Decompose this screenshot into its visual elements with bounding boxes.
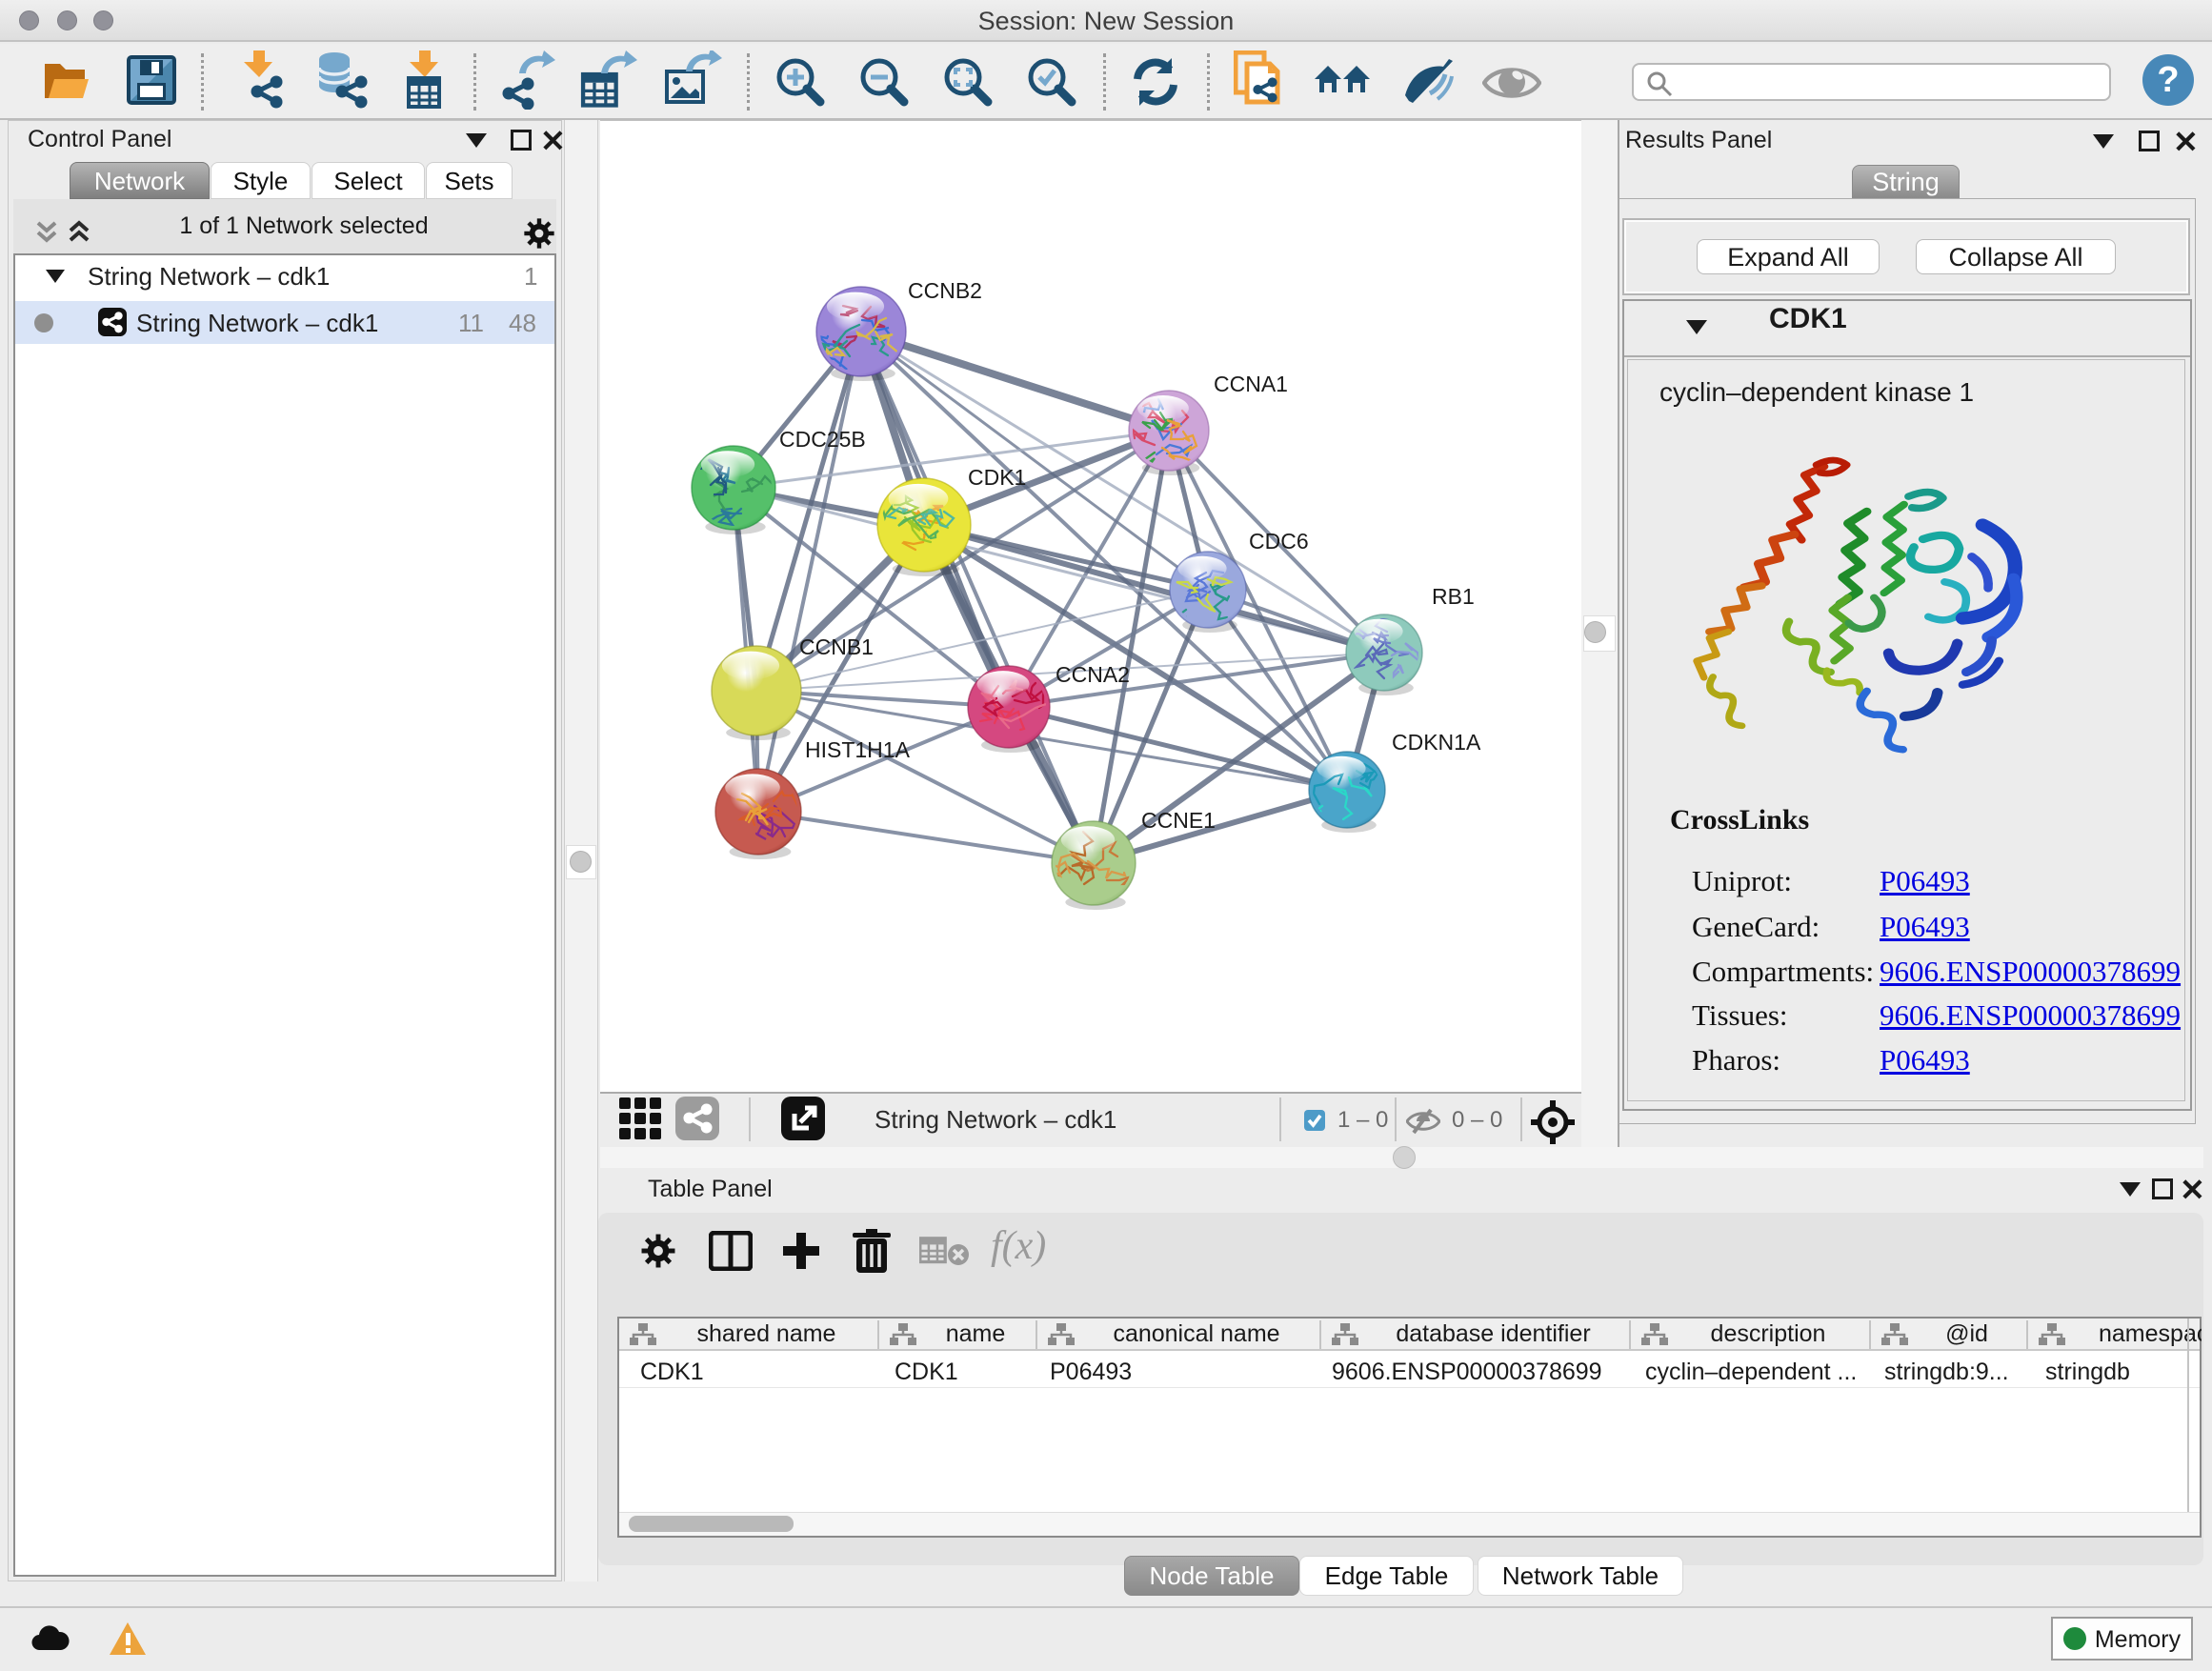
svg-text:RB1: RB1 [1432, 584, 1475, 609]
svg-text:CCNB1: CCNB1 [799, 634, 874, 659]
svg-text:CDC6: CDC6 [1249, 529, 1309, 554]
svg-text:CDK1: CDK1 [968, 465, 1026, 490]
svg-text:CCNB2: CCNB2 [908, 278, 982, 303]
svg-text:CCNE1: CCNE1 [1141, 808, 1216, 833]
svg-text:CCNA1: CCNA1 [1214, 372, 1288, 396]
svg-text:?: ? [2157, 60, 2179, 100]
svg-text:CDC25B: CDC25B [779, 427, 866, 452]
svg-text:CDKN1A: CDKN1A [1392, 730, 1481, 755]
svg-text:CCNA2: CCNA2 [1056, 662, 1130, 687]
svg-text:HIST1H1A: HIST1H1A [805, 737, 911, 762]
